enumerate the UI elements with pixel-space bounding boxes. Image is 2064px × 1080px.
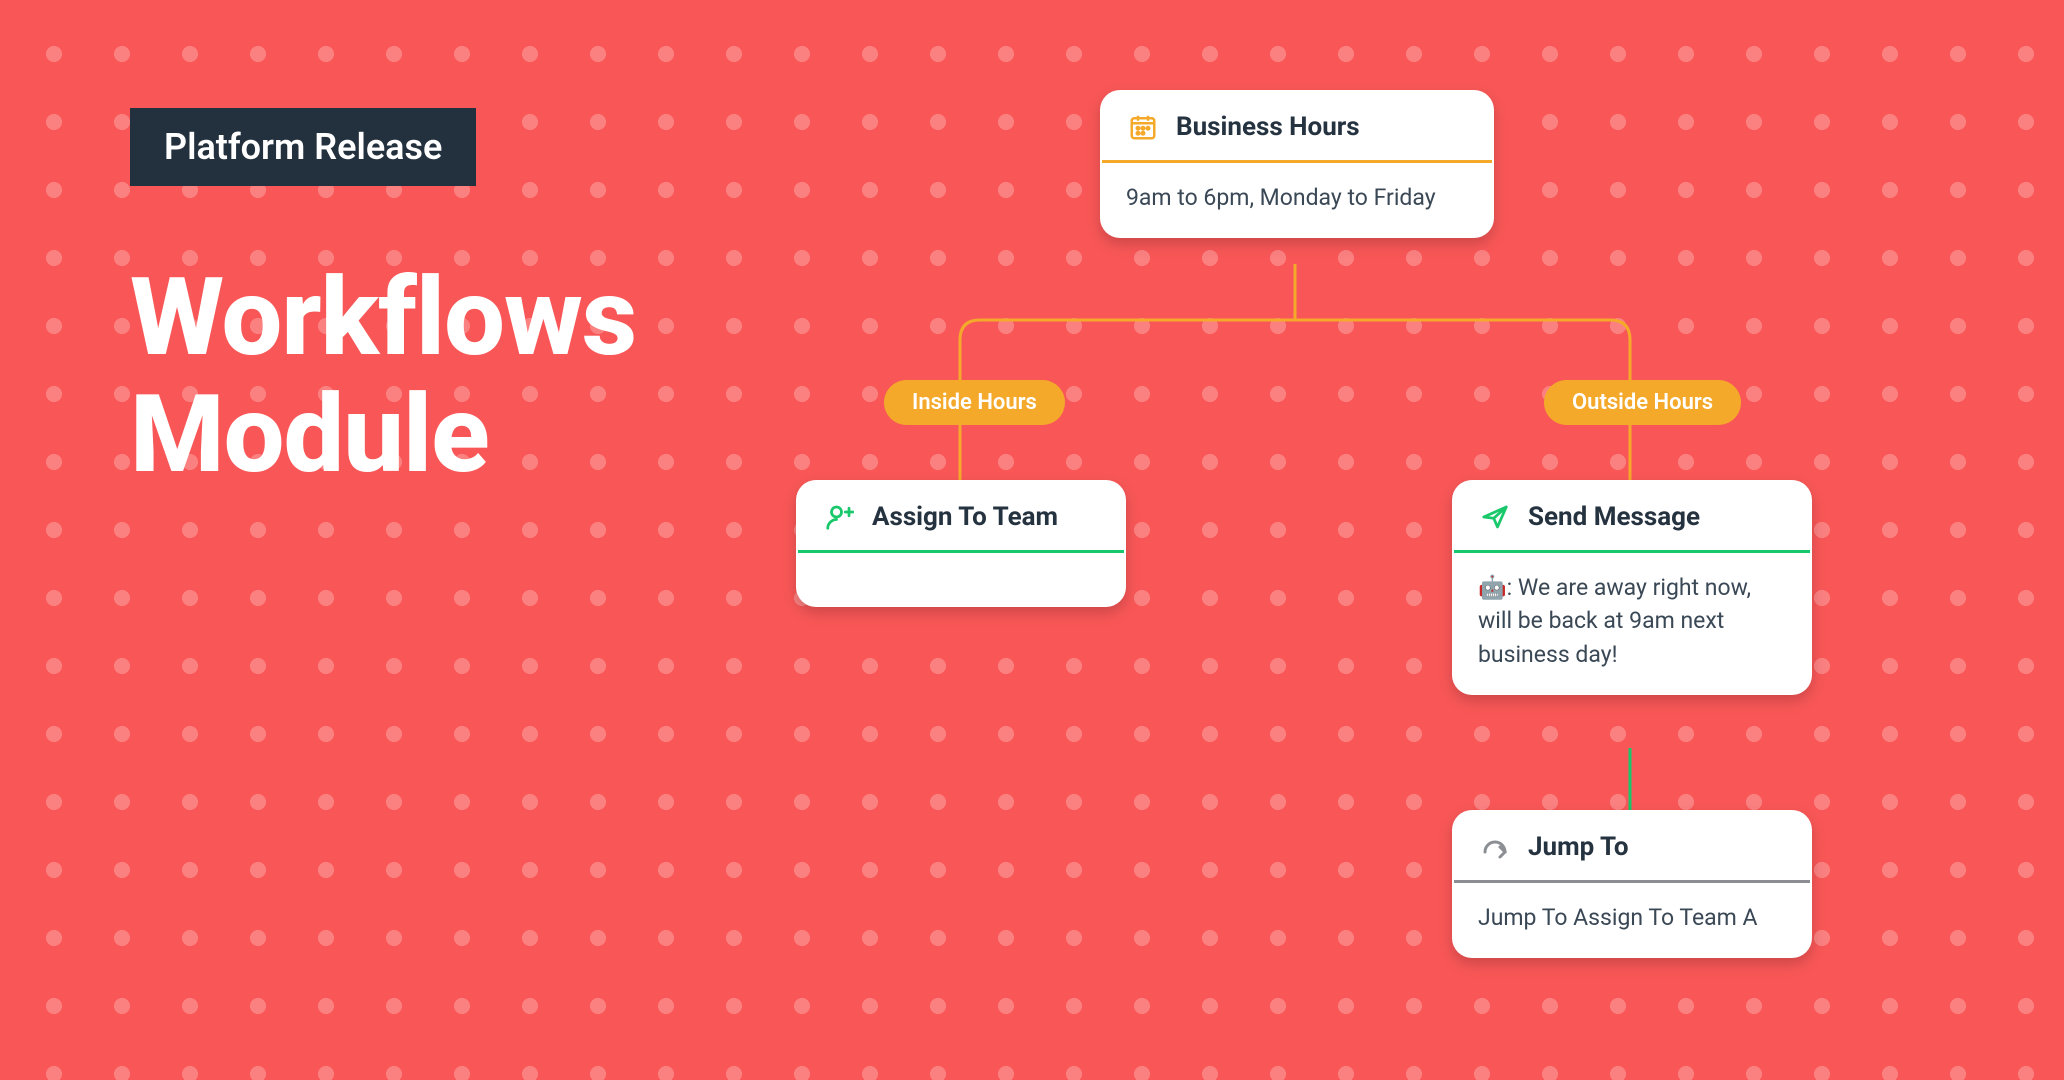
node-title: Assign To Team [872, 502, 1058, 532]
workflow-diagram: Business Hours 9am to 6pm, Monday to Fri… [810, 90, 1930, 1060]
headline-line-2: Module [130, 372, 489, 498]
node-body [796, 553, 1126, 607]
node-title: Jump To [1528, 832, 1629, 862]
node-body: 9am to 6pm, Monday to Friday [1100, 163, 1494, 238]
release-badge: Platform Release [130, 108, 476, 186]
node-send-message: Send Message 🤖: We are away right now, w… [1452, 480, 1812, 695]
headline-line-1: Workflows [130, 255, 636, 381]
calendar-icon [1126, 110, 1160, 144]
branch-pill-outside: Outside Hours [1544, 380, 1741, 425]
node-business-hours: Business Hours 9am to 6pm, Monday to Fri… [1100, 90, 1494, 238]
node-jump-to: Jump To Jump To Assign To Team A [1452, 810, 1812, 958]
node-body: Jump To Assign To Team A [1452, 883, 1812, 958]
user-plus-icon [822, 500, 856, 534]
send-icon [1478, 500, 1512, 534]
node-body: 🤖: We are away right now, will be back a… [1452, 553, 1812, 695]
node-title: Business Hours [1176, 112, 1360, 142]
node-assign-team: Assign To Team [796, 480, 1126, 607]
redo-arc-icon [1478, 830, 1512, 864]
node-title: Send Message [1528, 502, 1700, 532]
headline: Workflows Module [130, 260, 636, 493]
branch-pill-inside: Inside Hours [884, 380, 1065, 425]
